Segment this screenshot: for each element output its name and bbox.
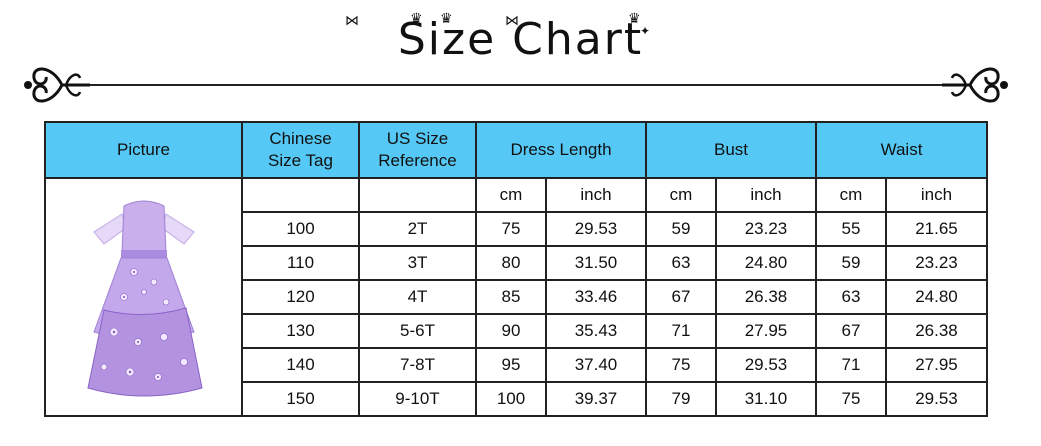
cell-chinese-size-tag: 100: [241, 211, 360, 247]
cell-dress-length-inch: 37.40: [545, 347, 647, 383]
sparkle-icon: ✦: [640, 24, 651, 38]
cell-dress-length-inch: 33.46: [545, 279, 647, 315]
cell-waist-inch: 26.38: [885, 313, 988, 349]
purple-dress-image: [86, 200, 203, 397]
cell-chinese-size-tag: 110: [241, 245, 360, 281]
cell-dress-length-cm: 90: [475, 313, 547, 349]
cell-bust-cm: 79: [645, 381, 717, 417]
units-empty-cell: [358, 177, 477, 213]
cell-dress-length-cm: 95: [475, 347, 547, 383]
scroll-ornament-left-icon: [24, 67, 90, 103]
cell-bust-inch: 26.38: [715, 279, 817, 315]
header-waist: Waist: [815, 121, 988, 179]
bow-icon: ⋈: [505, 12, 519, 28]
cell-chinese-size-tag: 150: [241, 381, 360, 417]
scroll-ornament-right-icon: [942, 67, 1008, 103]
cell-waist-inch: 29.53: [885, 381, 988, 417]
cell-bust-inch: 23.23: [715, 211, 817, 247]
cell-chinese-size-tag: 140: [241, 347, 360, 383]
cell-bust-cm: 59: [645, 211, 717, 247]
cell-waist-inch: 21.65: [885, 211, 988, 247]
units-empty-cell: [241, 177, 360, 213]
unit-bust-cm: cm: [645, 177, 717, 213]
units-row: cm inch cm inch cm inch: [44, 177, 988, 417]
cell-dress-length-cm: 100: [475, 381, 547, 417]
cell-us-size: 9-10T: [358, 381, 477, 417]
cell-dress-length-inch: 35.43: [545, 313, 647, 349]
cell-waist-cm: 67: [815, 313, 887, 349]
dress-picture-cell: [44, 177, 243, 417]
cell-waist-cm: 59: [815, 245, 887, 281]
header-bust: Bust: [645, 121, 817, 179]
header-picture: Picture: [44, 121, 243, 179]
cell-bust-cm: 67: [645, 279, 717, 315]
cell-dress-length-inch: 29.53: [545, 211, 647, 247]
unit-waist-inch: inch: [885, 177, 988, 213]
cell-waist-cm: 55: [815, 211, 887, 247]
bow-icon: ⋈: [345, 12, 359, 28]
cell-dress-length-cm: 85: [475, 279, 547, 315]
cell-bust-inch: 29.53: [715, 347, 817, 383]
cell-bust-cm: 71: [645, 313, 717, 349]
header-chinese-size-tag: Chinese Size Tag: [241, 121, 360, 179]
title-divider: [90, 84, 951, 86]
cell-bust-inch: 27.95: [715, 313, 817, 349]
header-us-size-reference: US Size Reference: [358, 121, 477, 179]
cell-us-size: 5-6T: [358, 313, 477, 349]
size-chart-table: Picture Chinese Size Tag US Size Referen…: [44, 121, 988, 417]
crown-icon: ♛: [440, 10, 453, 26]
crown-icon: ♛: [628, 10, 641, 26]
unit-dress-length-cm: cm: [475, 177, 547, 213]
cell-waist-inch: 24.80: [885, 279, 988, 315]
cell-dress-length-cm: 75: [475, 211, 547, 247]
cell-waist-cm: 63: [815, 279, 887, 315]
cell-waist-inch: 23.23: [885, 245, 988, 281]
page-title: Size Chart: [0, 14, 1041, 65]
unit-bust-inch: inch: [715, 177, 817, 213]
cell-waist-inch: 27.95: [885, 347, 988, 383]
cell-dress-length-inch: 39.37: [545, 381, 647, 417]
cell-dress-length-cm: 80: [475, 245, 547, 281]
cell-bust-cm: 63: [645, 245, 717, 281]
cell-us-size: 4T: [358, 279, 477, 315]
cell-us-size: 7-8T: [358, 347, 477, 383]
table-header-row: Picture Chinese Size Tag US Size Referen…: [44, 121, 988, 179]
cell-waist-cm: 75: [815, 381, 887, 417]
crown-icon: ♛: [410, 10, 423, 26]
cell-waist-cm: 71: [815, 347, 887, 383]
cell-dress-length-inch: 31.50: [545, 245, 647, 281]
cell-bust-inch: 31.10: [715, 381, 817, 417]
cell-bust-cm: 75: [645, 347, 717, 383]
cell-chinese-size-tag: 130: [241, 313, 360, 349]
header-dress-length: Dress Length: [475, 121, 647, 179]
cell-chinese-size-tag: 120: [241, 279, 360, 315]
unit-waist-cm: cm: [815, 177, 887, 213]
cell-us-size: 3T: [358, 245, 477, 281]
cell-bust-inch: 24.80: [715, 245, 817, 281]
cell-us-size: 2T: [358, 211, 477, 247]
page-title-text: Size Chart: [397, 14, 644, 65]
unit-dress-length-inch: inch: [545, 177, 647, 213]
